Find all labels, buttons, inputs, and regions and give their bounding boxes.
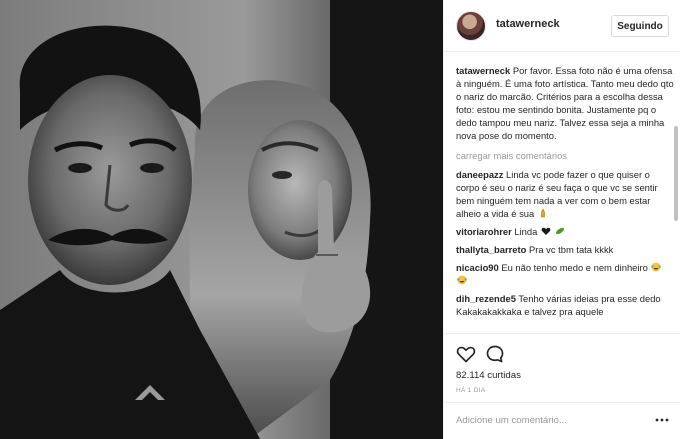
- comment-text: Eu não tenho medo e nem dinheiro: [501, 262, 648, 273]
- header-username[interactable]: tatawerneck: [496, 18, 560, 30]
- comment-username[interactable]: dih_rezende5: [456, 293, 516, 304]
- post-actions: 82.114 curtidas HÁ 1 DIA: [444, 333, 680, 433]
- comment-item: daneepazz Linda vc pode fazer o que quis…: [456, 168, 674, 220]
- heart-emoji-icon: [541, 227, 551, 235]
- comment-text: Pra vc tbm tata kkkk: [528, 244, 614, 255]
- post-side-panel: tatawerneck Seguindo tatawerneck Por fav…: [443, 0, 680, 439]
- avatar[interactable]: [456, 11, 486, 41]
- caption-username[interactable]: tatawerneck: [456, 65, 510, 76]
- crying-laughing-emoji-icon: [457, 275, 467, 285]
- comments-list: tatawerneck Por favor. Essa foto não é u…: [456, 64, 674, 332]
- post-header: tatawerneck Seguindo: [444, 0, 680, 52]
- post-photo[interactable]: [0, 0, 443, 439]
- comment-item: nicacio90 Eu não tenho medo e nem dinhei…: [456, 261, 674, 287]
- more-options-icon[interactable]: [654, 415, 670, 425]
- load-more-comments-link[interactable]: carregar mais comentários: [456, 149, 674, 162]
- comment-text: Linda: [514, 226, 538, 237]
- following-button[interactable]: Seguindo: [611, 15, 669, 37]
- comment-bubble-icon[interactable]: [485, 344, 505, 364]
- comment-item: vitoriarohrer Linda: [456, 225, 674, 238]
- comments-scrollbar[interactable]: [673, 54, 679, 332]
- crying-laughing-emoji-icon: [651, 262, 662, 272]
- cucumber-emoji-icon: [555, 227, 564, 235]
- heart-icon[interactable]: [456, 344, 476, 364]
- caption-text: Por favor. Essa foto não é uma ofensa à …: [456, 65, 674, 141]
- comment-item: thallyta_barreto Pra vc tbm tata kkkk: [456, 243, 674, 256]
- likes-count[interactable]: 82.114 curtidas: [456, 370, 521, 381]
- comment-username[interactable]: daneepazz: [456, 169, 503, 180]
- photo-image: [0, 0, 443, 439]
- comment-item: dih_rezende5 Tenho várias ideias pra ess…: [456, 292, 674, 318]
- scrollbar-thumb[interactable]: [674, 126, 678, 221]
- comment-box: [444, 402, 680, 439]
- comment-input[interactable]: [456, 412, 646, 428]
- pray-emoji-icon: [540, 208, 545, 218]
- comment-username[interactable]: thallyta_barreto: [456, 244, 526, 255]
- post-caption: tatawerneck Por favor. Essa foto não é u…: [456, 64, 674, 142]
- post-timestamp[interactable]: HÁ 1 DIA: [456, 387, 486, 394]
- comment-username[interactable]: nicacio90: [456, 262, 499, 273]
- comment-username[interactable]: vitoriarohrer: [456, 226, 512, 237]
